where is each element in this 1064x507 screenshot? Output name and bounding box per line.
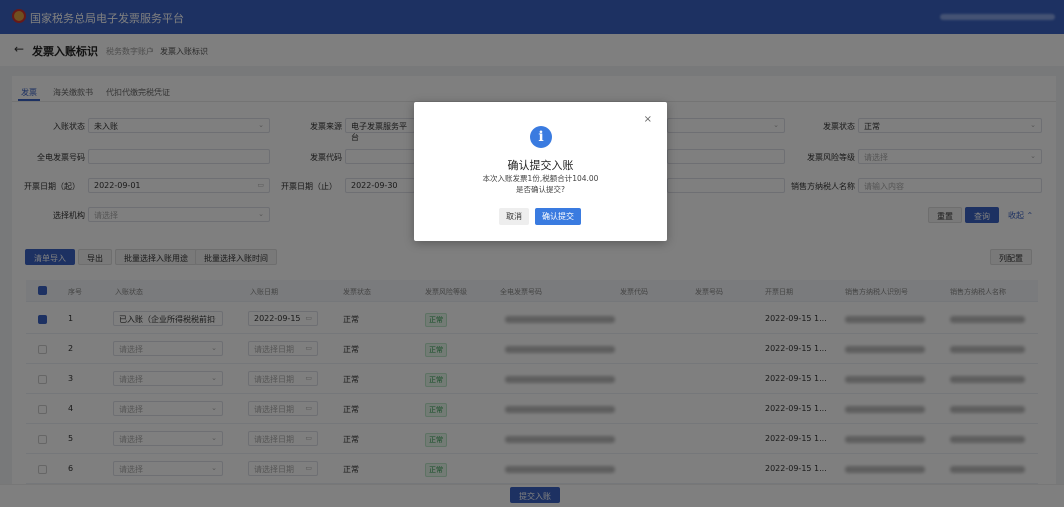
cancel-button[interactable]: 取消: [499, 208, 529, 225]
dialog-title: 确认提交入账: [507, 159, 574, 172]
info-icon: i: [530, 126, 552, 148]
dialog-message: 本次入账发票1份,税额合计104.00: [482, 174, 599, 183]
confirm-submit-button[interactable]: 确认提交: [535, 208, 581, 225]
dialog-question: 是否确认提交?: [516, 185, 565, 194]
confirm-dialog: × i 确认提交入账 本次入账发票1份,税额合计104.00 是否确认提交? 取…: [414, 102, 667, 241]
modal-overlay: [0, 0, 1064, 507]
close-icon[interactable]: ×: [644, 114, 652, 125]
